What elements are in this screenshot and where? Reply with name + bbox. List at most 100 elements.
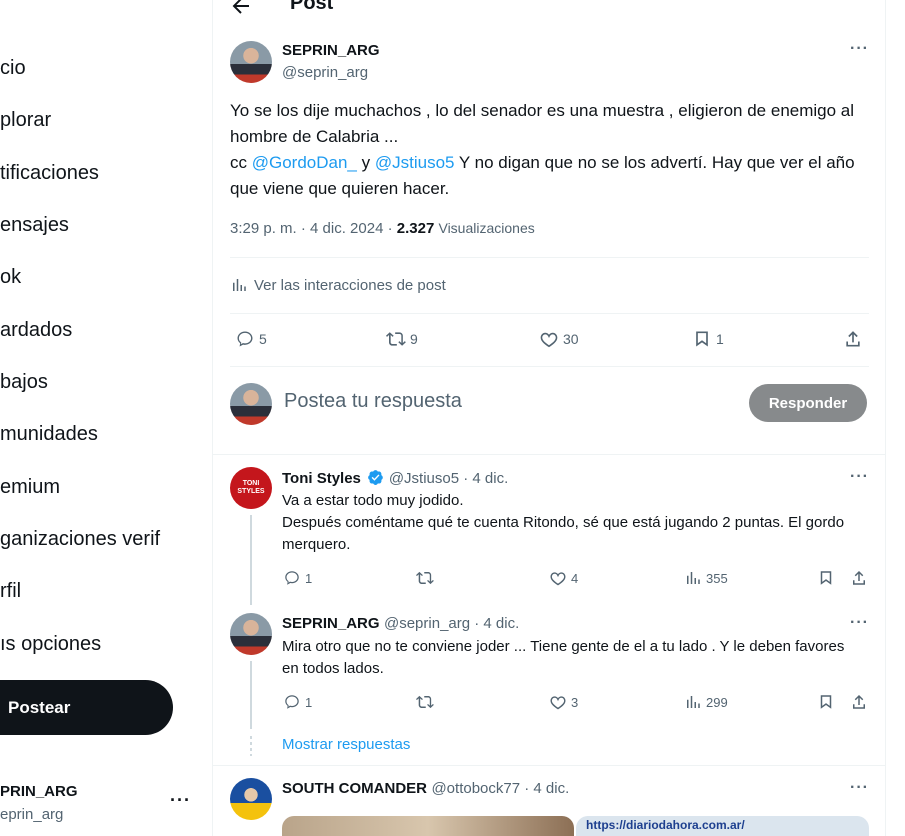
author-name[interactable]: SEPRIN_ARG: [282, 615, 380, 632]
divider: [213, 765, 885, 766]
analytics-icon: [233, 279, 246, 291]
author-name[interactable]: SOUTH COMANDER: [282, 780, 427, 797]
post-metadata: 3:29 p. m. · 4 dic. 2024 · 2.327 Visuali…: [230, 220, 535, 237]
avatar[interactable]: [230, 41, 272, 83]
bookmark-icon: [820, 695, 832, 709]
account-handle: eprin_arg: [0, 806, 64, 823]
sidebar-item-label: rfil: [0, 579, 22, 602]
reply-icon: [285, 695, 299, 709]
author-name[interactable]: Toni Styles: [282, 470, 361, 487]
sidebar-item-guardados[interactable]: ardados: [0, 310, 72, 350]
more-icon[interactable]: ···: [170, 790, 191, 811]
back-arrow-icon[interactable]: [229, 0, 253, 18]
post-text: Yo se los dije muchachos , lo del senado…: [230, 98, 870, 202]
repost-button[interactable]: [416, 569, 434, 587]
divider: [230, 257, 869, 258]
account-name: PRIN_ARG: [0, 783, 78, 800]
like-button[interactable]: 3: [549, 693, 578, 711]
repost-button[interactable]: 9: [386, 329, 418, 349]
thread-dots: [250, 736, 252, 756]
reply-header: Toni Styles @Jstiuso5 · 4 dic.: [282, 469, 508, 488]
author-handle-date[interactable]: @ottobock77 · 4 dic.: [431, 780, 569, 797]
heart-icon: [550, 696, 566, 710]
verified-badge-icon: [368, 470, 384, 485]
reply-input[interactable]: Postea tu respuesta: [284, 390, 462, 413]
like-count: 30: [563, 331, 579, 347]
more-icon[interactable]: ···: [850, 779, 869, 797]
sidebar-item-label: munidades: [0, 422, 98, 445]
views-count: 299: [706, 694, 728, 710]
like-button[interactable]: 4: [549, 569, 578, 587]
sidebar-item-label: plorar: [0, 108, 52, 131]
sidebar-item-inicio[interactable]: cio: [0, 48, 26, 88]
sidebar-item-mensajes[interactable]: ensajes: [0, 205, 69, 245]
bookmark-count: 1: [716, 331, 724, 347]
mention-link[interactable]: @GordoDan_: [252, 153, 357, 172]
interactions-label: Ver las interacciones de post: [254, 276, 446, 294]
media-image[interactable]: [282, 816, 574, 836]
more-icon[interactable]: ···: [850, 468, 869, 486]
sidebar-item-grok[interactable]: ok: [0, 257, 21, 297]
analytics-icon: [687, 572, 700, 584]
show-replies-link[interactable]: Mostrar respuestas: [282, 736, 410, 753]
bookmark-button[interactable]: 1: [692, 329, 724, 349]
sidebar-item-label: emium: [0, 475, 61, 498]
sidebar-item-comunidades[interactable]: munidades: [0, 414, 98, 454]
author-handle[interactable]: @seprin_arg: [282, 64, 368, 81]
post-button-label: Postear: [8, 697, 71, 717]
repost-count: 9: [410, 331, 418, 347]
avatar[interactable]: [230, 778, 272, 820]
views-button[interactable]: 355: [684, 569, 728, 587]
avatar[interactable]: [230, 383, 272, 425]
sidebar-item-label: ıs opciones: [0, 632, 102, 655]
sidebar-item-mas-opciones[interactable]: ıs opciones: [0, 624, 101, 664]
share-button[interactable]: [850, 693, 868, 711]
bookmark-icon: [820, 571, 832, 585]
share-icon: [853, 570, 865, 585]
share-button[interactable]: [843, 329, 863, 349]
reply-button[interactable]: 5: [235, 329, 267, 349]
share-button[interactable]: [850, 569, 868, 587]
sidebar-item-label: tificaciones: [0, 161, 99, 184]
media-link-card[interactable]: https://diariodahora.com.ar/: [576, 816, 869, 836]
views-button[interactable]: 299: [684, 693, 728, 711]
author-handle-date[interactable]: @seprin_arg · 4 dic.: [384, 615, 519, 632]
sidebar-item-organizaciones[interactable]: ganizaciones verif: [0, 519, 160, 559]
sidebar-item-trabajos[interactable]: bajos: [0, 362, 48, 402]
main-column: Post SEPRIN_ARG @seprin_arg ··· Yo se lo…: [212, 0, 886, 836]
avatar[interactable]: TONI STYLES: [230, 467, 272, 509]
sidebar-item-perfil[interactable]: rfil: [0, 571, 21, 611]
repost-button[interactable]: [416, 693, 434, 711]
reply-button[interactable]: 1: [283, 693, 312, 711]
reply-submit-button[interactable]: Responder: [749, 384, 867, 422]
post-text-cc: cc: [230, 153, 247, 172]
views-count: 355: [706, 570, 728, 586]
post-timestamp[interactable]: 3:29 p. m. · 4 dic. 2024 ·: [230, 220, 393, 237]
author-name[interactable]: SEPRIN_ARG: [282, 42, 380, 59]
divider: [230, 313, 869, 314]
sidebar-item-label: ganizaciones verif: [0, 527, 161, 550]
like-count: 3: [571, 694, 579, 710]
sidebar-item-premium[interactable]: emium: [0, 467, 60, 507]
share-icon: [853, 694, 865, 709]
heart-icon: [550, 572, 566, 586]
like-button[interactable]: 30: [539, 329, 579, 349]
reply-icon: [285, 571, 299, 585]
sidebar-item-explorar[interactable]: plorar: [0, 100, 51, 140]
avatar-text: TONI STYLES: [237, 480, 265, 495]
post-interactions-link[interactable]: Ver las interacciones de post: [230, 276, 446, 294]
reply-button[interactable]: 1: [283, 569, 312, 587]
bookmark-button[interactable]: [817, 693, 835, 711]
divider: [213, 454, 885, 455]
more-icon[interactable]: ···: [850, 614, 869, 632]
bookmark-button[interactable]: [817, 569, 835, 587]
account-switcher[interactable]: PRIN_ARG eprin_arg ···: [0, 778, 200, 828]
post-button[interactable]: Postear: [0, 680, 173, 735]
sidebar-item-notificaciones[interactable]: tificaciones: [0, 153, 99, 193]
avatar[interactable]: [230, 613, 272, 655]
analytics-icon: [687, 696, 700, 708]
more-icon[interactable]: ···: [850, 40, 869, 58]
author-handle-date[interactable]: @Jstiuso5 · 4 dic.: [389, 470, 508, 487]
sidebar-item-label: bajos: [0, 370, 48, 393]
mention-link[interactable]: @Jstiuso5: [375, 153, 455, 172]
